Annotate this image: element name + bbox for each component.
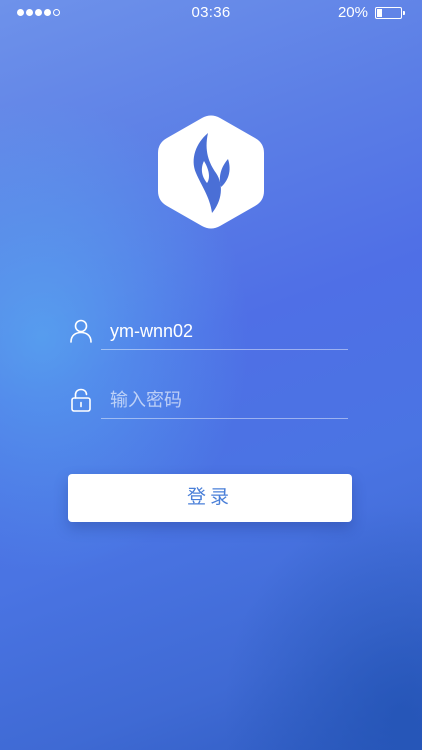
username-input[interactable]	[110, 317, 346, 345]
password-underline	[101, 418, 348, 419]
battery-nub	[403, 11, 405, 15]
lock-icon	[68, 387, 94, 413]
battery-level-fill	[377, 9, 382, 17]
login-button[interactable]: 登录	[68, 474, 352, 522]
password-input[interactable]	[110, 386, 346, 414]
username-underline	[101, 349, 348, 350]
battery-icon	[375, 7, 405, 19]
app-logo	[158, 113, 264, 231]
flame-logo-icon	[158, 115, 264, 229]
user-icon	[68, 318, 94, 344]
username-field	[68, 306, 350, 356]
password-field	[68, 375, 350, 425]
status-bar: 03:36 20%	[0, 0, 422, 26]
battery-percentage: 20%	[337, 4, 368, 21]
